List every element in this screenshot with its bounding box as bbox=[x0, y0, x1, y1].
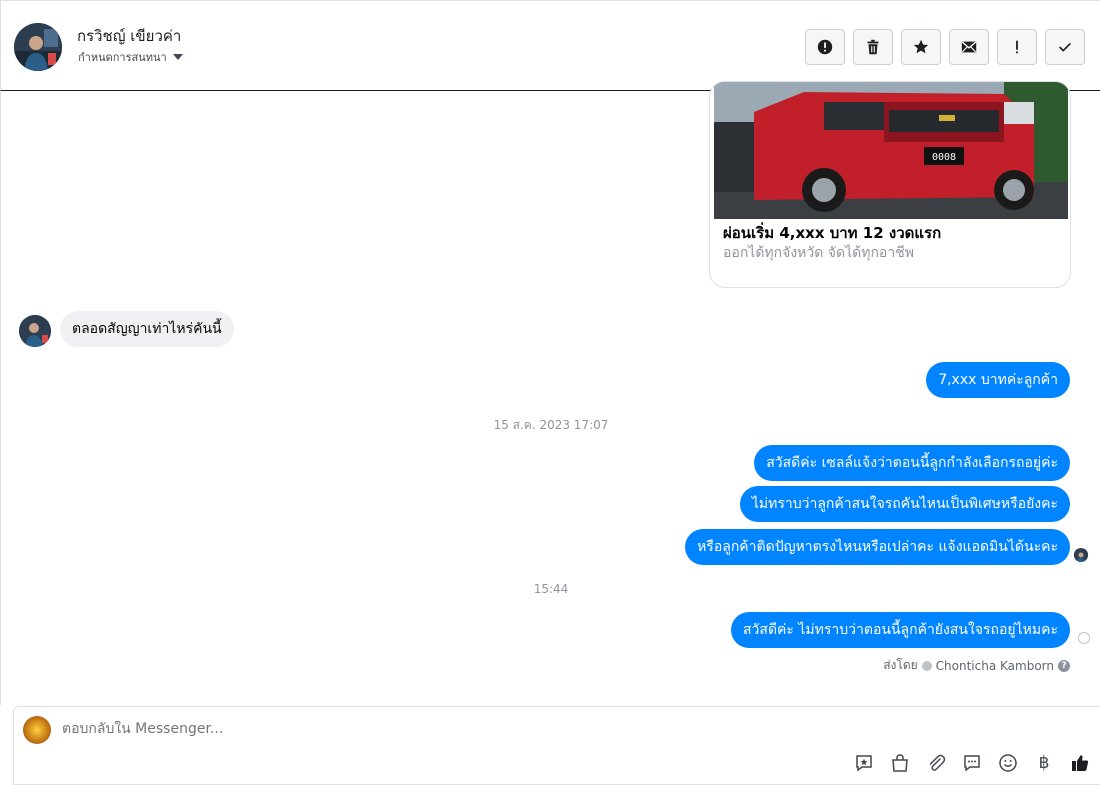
thumbs-up-icon bbox=[1072, 755, 1089, 771]
sent-by-label: ส่งโดย bbox=[883, 658, 918, 672]
emoji-button[interactable] bbox=[998, 753, 1018, 773]
reply-input[interactable] bbox=[62, 721, 762, 737]
message-thread: 0008 ผ่อนเริ่ม 4,xxx บาท 12 งวดแรก ออกได… bbox=[0, 81, 1100, 705]
mark-unread-button[interactable] bbox=[949, 29, 989, 65]
outgoing-message[interactable]: สวัสดีค่ะ ไม่ทราบว่าตอนนี้ลูกค้ายังสนใจร… bbox=[731, 612, 1070, 648]
assign-conversation-dropdown[interactable]: กำหนดการสนทนา bbox=[78, 48, 183, 66]
sender-name[interactable]: Chonticha Kamborn bbox=[936, 659, 1054, 673]
contact-avatar-small[interactable] bbox=[19, 315, 51, 347]
quick-reply-button[interactable] bbox=[962, 753, 982, 773]
reply-composer: ฿ bbox=[13, 706, 1100, 785]
card-subtitle: ออกได้ทุกจังหวัด จัดได้ทุกอาชีพ bbox=[723, 245, 914, 261]
mark-done-button[interactable] bbox=[1045, 29, 1085, 65]
star-button[interactable] bbox=[901, 29, 941, 65]
sent-status-icon bbox=[1078, 632, 1090, 644]
follow-up-button[interactable] bbox=[997, 29, 1037, 65]
paperclip-icon bbox=[929, 754, 946, 771]
chat-bubble-icon bbox=[964, 755, 980, 772]
exclamation-icon bbox=[1016, 40, 1018, 54]
caret-down-icon bbox=[172, 54, 183, 60]
delete-button[interactable] bbox=[853, 29, 893, 65]
incoming-message[interactable]: ตลอดสัญญาเท่าไหร่คันนี้ bbox=[60, 311, 234, 347]
contact-avatar[interactable] bbox=[14, 23, 62, 71]
header-actions bbox=[805, 29, 1085, 65]
outgoing-message[interactable]: 7,xxx บาทค่ะลูกค้า bbox=[926, 362, 1070, 398]
shared-post-card[interactable]: 0008 ผ่อนเริ่ม 4,xxx บาท 12 งวดแรก ออกได… bbox=[709, 81, 1071, 288]
check-icon bbox=[1059, 42, 1071, 52]
sender-badge-icon bbox=[921, 660, 932, 671]
envelope-icon bbox=[961, 41, 977, 53]
saved-reply-icon bbox=[856, 755, 872, 772]
saved-reply-button[interactable] bbox=[854, 753, 874, 773]
timestamp-divider: 15 ส.ค. 2023 17:07 bbox=[493, 418, 609, 432]
composer-toolbar: ฿ bbox=[854, 753, 1090, 773]
assign-label: กำหนดการสนทนา bbox=[78, 51, 167, 64]
attach-button[interactable] bbox=[926, 753, 946, 773]
shopping-bag-icon bbox=[892, 754, 908, 772]
contact-name[interactable]: กรวิชญ์ เขียวค่า bbox=[77, 24, 181, 48]
payment-button[interactable]: ฿ bbox=[1034, 753, 1054, 773]
like-button[interactable] bbox=[1070, 753, 1090, 773]
outgoing-message[interactable]: หรือลูกค้าติดปัญหาตรงไหนหรือเปล่าคะ แจ้ง… bbox=[685, 529, 1070, 565]
conversation-header: กรวิชญ์ เขียวค่า กำหนดการสนทนา bbox=[0, 0, 1100, 91]
report-spam-button[interactable] bbox=[805, 29, 845, 65]
license-plate: 0008 bbox=[932, 152, 956, 163]
page-avatar bbox=[23, 716, 51, 744]
car-photo: 0008 bbox=[714, 82, 1068, 219]
trash-icon bbox=[867, 39, 879, 55]
smiley-icon bbox=[999, 754, 1017, 772]
outgoing-message[interactable]: สวัสดีค่ะ เซลล์แจ้งว่าตอนนี้ลูกกำลังเลือ… bbox=[754, 445, 1070, 481]
timestamp-divider: 15:44 bbox=[533, 582, 569, 596]
seen-indicator-avatar bbox=[1074, 548, 1088, 562]
sent-by-line: ส่งโดย Chonticha Kamborn ? bbox=[883, 656, 1070, 675]
help-icon[interactable]: ? bbox=[1058, 659, 1070, 672]
baht-icon: ฿ bbox=[1038, 753, 1050, 773]
outgoing-message[interactable]: ไม่ทราบว่าลูกค้าสนใจรถคันไหนเป็นพิเศษหรื… bbox=[739, 486, 1070, 522]
alert-circle-icon bbox=[817, 39, 833, 55]
shop-button[interactable] bbox=[890, 753, 910, 773]
star-icon bbox=[913, 39, 929, 54]
